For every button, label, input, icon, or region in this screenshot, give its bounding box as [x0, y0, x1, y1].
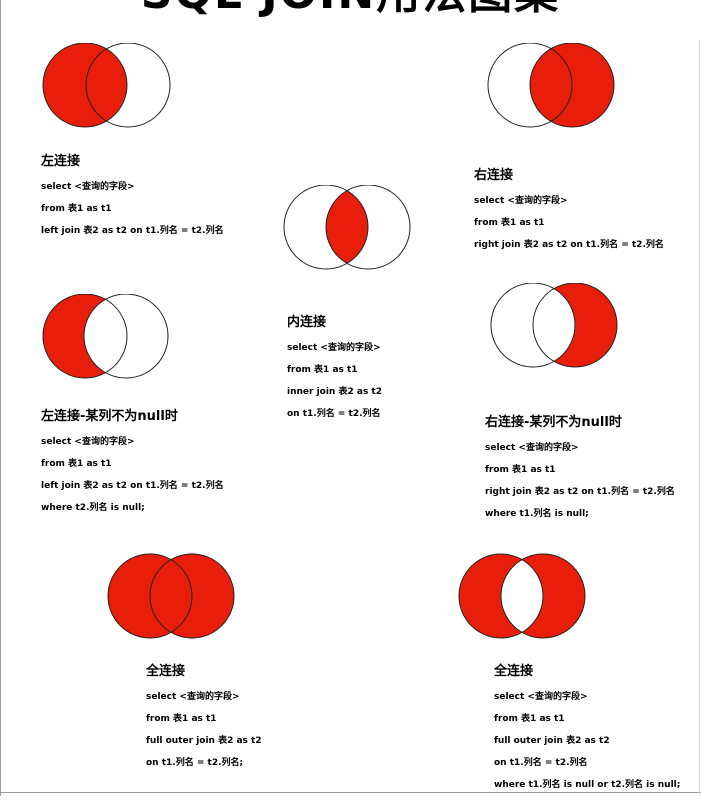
sql-line: full outer join 表2 as t2: [494, 736, 610, 746]
sql-line: left join 表2 as t2 on t1.列名 = t2.列名: [41, 226, 224, 236]
venn-full-exclusive: [458, 553, 586, 639]
venn-right-join: [487, 43, 615, 128]
right-join-block: 右连接 select <查询的字段> from 表1 as t1 right j…: [474, 164, 664, 262]
inner-join-block: 内连接 select <查询的字段> from 表1 as t1 inner j…: [287, 311, 382, 431]
sql-line: where t2.列名 is null;: [41, 503, 145, 513]
full-join-block: 全连接 select <查询的字段> from 表1 as t1 full ou…: [146, 660, 262, 780]
venn-left-only: [42, 294, 169, 379]
sql-line: from 表1 as t1: [41, 204, 112, 214]
left-join-block: 左连接 select <查询的字段> from 表1 as t1 left jo…: [41, 150, 224, 248]
right-only-block: 右连接-某列不为null时 select <查询的字段> from 表1 as …: [485, 411, 675, 531]
sql-line: select <查询的字段>: [474, 196, 568, 206]
sql-line: select <查询的字段>: [41, 182, 135, 192]
venn-left-join: [42, 43, 171, 128]
inner-join-label: 内连接: [287, 315, 327, 330]
sql-line: from 表1 as t1: [494, 714, 565, 724]
sql-line: on t1.列名 = t2.列名: [494, 758, 588, 768]
page-border-left: [0, 0, 1, 796]
sql-line: from 表1 as t1: [287, 365, 358, 375]
sql-line: select <查询的字段>: [494, 692, 588, 702]
right-join-label: 右连接: [474, 168, 514, 183]
sql-line: from 表1 as t1: [41, 459, 112, 469]
sql-line: right join 表2 as t2 on t1.列名 = t2.列名: [485, 487, 675, 497]
sql-line: from 表1 as t1: [146, 714, 217, 724]
sql-line: on t1.列名 = t2.列名;: [146, 758, 244, 768]
sql-line: select <查询的字段>: [287, 343, 381, 353]
sql-line: select <查询的字段>: [485, 443, 579, 453]
left-only-block: 左连接-某列不为null时 select <查询的字段> from 表1 as …: [41, 405, 224, 525]
sql-line: where t1.列名 is null or t2.列名 is null;: [494, 780, 681, 790]
sql-line: right join 表2 as t2 on t1.列名 = t2.列名: [474, 240, 664, 250]
full-exclusive-block: 全连接 select <查询的字段> from 表1 as t1 full ou…: [494, 660, 680, 802]
sql-line: select <查询的字段>: [146, 692, 240, 702]
full-join-label: 全连接: [146, 664, 186, 679]
page-border-right: [699, 40, 700, 796]
sql-line: from 表1 as t1: [474, 218, 545, 228]
sql-line: from 表1 as t1: [485, 465, 556, 475]
page-title: SQL JOIN用法图集: [0, 0, 701, 16]
sql-line: select <查询的字段>: [41, 437, 135, 447]
sql-line: full outer join 表2 as t2: [146, 736, 262, 746]
sql-line: left join 表2 as t2 on t1.列名 = t2.列名: [41, 481, 224, 491]
full-exclusive-label: 全连接: [494, 664, 534, 679]
sql-line: where t1.列名 is null;: [485, 509, 589, 519]
sql-line: on t1.列名 = t2.列名: [287, 409, 381, 419]
venn-full-join: [107, 553, 235, 639]
sql-line: inner join 表2 as t2: [287, 387, 382, 397]
venn-inner-join: [283, 185, 411, 270]
left-join-label: 左连接: [41, 154, 81, 169]
left-only-label: 左连接-某列不为null时: [41, 409, 178, 424]
venn-right-only: [490, 283, 618, 368]
right-only-label: 右连接-某列不为null时: [485, 415, 622, 430]
